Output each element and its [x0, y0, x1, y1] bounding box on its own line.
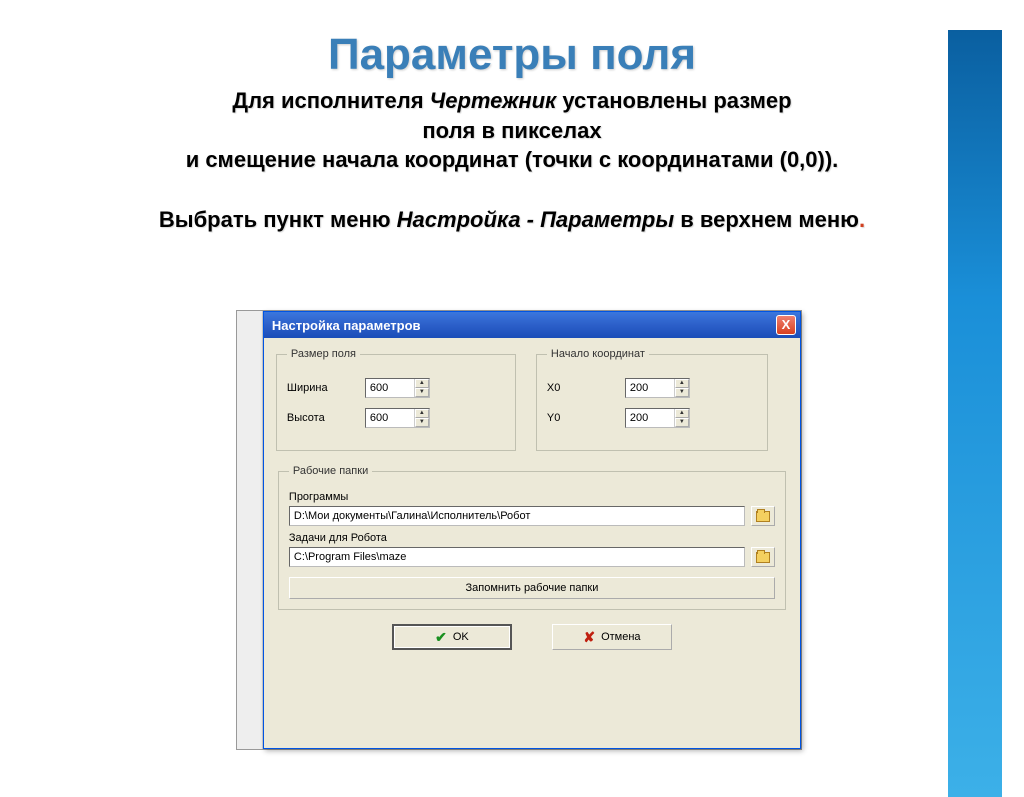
height-label: Высота — [287, 412, 365, 424]
height-input[interactable] — [366, 409, 414, 427]
spin-down-icon[interactable]: ▼ — [675, 418, 689, 427]
programs-label: Программы — [289, 491, 775, 503]
check-icon: ✔ — [435, 629, 447, 646]
desc-part: Выбрать пункт меню — [159, 207, 397, 232]
x0-label: X0 — [547, 382, 625, 394]
programs-path-input[interactable] — [289, 506, 745, 526]
x0-spinner[interactable]: ▲ ▼ — [625, 378, 690, 398]
spin-up-icon[interactable]: ▲ — [415, 379, 429, 388]
origin-legend: Начало координат — [547, 348, 649, 360]
dialog-title: Настройка параметров — [272, 318, 776, 333]
folder-icon — [756, 552, 770, 563]
ok-button[interactable]: ✔ OK — [392, 624, 512, 650]
y0-spinner[interactable]: ▲ ▼ — [625, 408, 690, 428]
desc-part: Для исполнителя — [232, 88, 429, 113]
programs-browse-button[interactable] — [751, 506, 775, 526]
scrap-strip — [237, 311, 263, 749]
desc-part: установлены размер — [556, 88, 791, 113]
spin-up-icon[interactable]: ▲ — [675, 379, 689, 388]
cancel-button[interactable]: ✘ Отмена — [552, 624, 672, 650]
dialog-container: Настройка параметров X Размер поля Ширин… — [236, 310, 802, 750]
remember-folders-button[interactable]: Запомнить рабочие папки — [289, 577, 775, 599]
titlebar[interactable]: Настройка параметров X — [264, 312, 800, 338]
description-text: Для исполнителя Чертежник установлены ра… — [60, 86, 964, 234]
cancel-label: Отмена — [601, 631, 640, 643]
x0-input[interactable] — [626, 379, 674, 397]
field-size-group: Размер поля Ширина ▲ ▼ Высота — [276, 348, 516, 451]
x-icon: ✘ — [583, 629, 595, 646]
dialog-footer: ✔ OK ✘ Отмена — [276, 610, 788, 662]
folder-icon — [756, 511, 770, 522]
settings-dialog: Настройка параметров X Размер поля Ширин… — [263, 311, 801, 749]
dialog-body: Размер поля Ширина ▲ ▼ Высота — [264, 338, 800, 672]
height-spinner[interactable]: ▲ ▼ — [365, 408, 430, 428]
desc-part: в верхнем меню — [674, 207, 859, 232]
close-button[interactable]: X — [776, 315, 796, 335]
y0-label: Y0 — [547, 412, 625, 424]
size-legend: Размер поля — [287, 348, 360, 360]
tasks-browse-button[interactable] — [751, 547, 775, 567]
spin-down-icon[interactable]: ▼ — [675, 388, 689, 397]
ok-label: OK — [453, 631, 469, 643]
page-title: Параметры поля — [0, 30, 1024, 80]
width-label: Ширина — [287, 382, 365, 394]
folders-legend: Рабочие папки — [289, 465, 372, 477]
width-input[interactable] — [366, 379, 414, 397]
tasks-path-input[interactable] — [289, 547, 745, 567]
y0-input[interactable] — [626, 409, 674, 427]
desc-em: Чертежник — [430, 88, 557, 113]
desc-dot: . — [859, 207, 865, 232]
desc-part: поля в пикселах — [422, 118, 601, 143]
origin-group: Начало координат X0 ▲ ▼ Y0 — [536, 348, 768, 451]
spin-down-icon[interactable]: ▼ — [415, 388, 429, 397]
desc-part: и смещение начала координат (точки с коо… — [186, 147, 839, 172]
spin-up-icon[interactable]: ▲ — [675, 409, 689, 418]
desc-em: Настройка - Параметры — [397, 207, 674, 232]
width-spinner[interactable]: ▲ ▼ — [365, 378, 430, 398]
spin-up-icon[interactable]: ▲ — [415, 409, 429, 418]
folders-group: Рабочие папки Программы Задачи для Робот… — [278, 465, 786, 610]
tasks-label: Задачи для Робота — [289, 532, 775, 544]
spin-down-icon[interactable]: ▼ — [415, 418, 429, 427]
accent-bar — [948, 30, 1002, 797]
